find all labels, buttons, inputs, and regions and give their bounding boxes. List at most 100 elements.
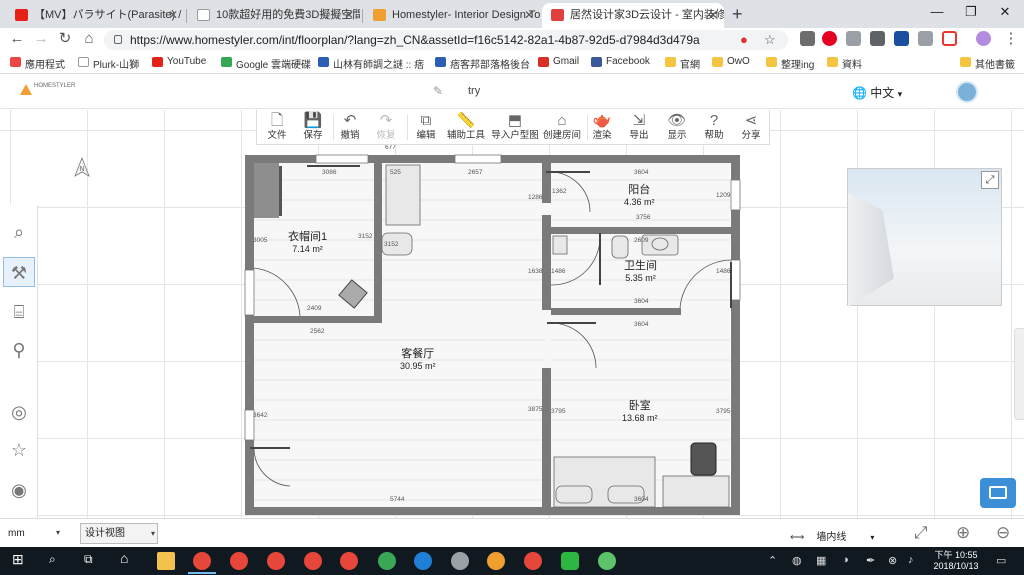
chat-button[interactable] [980, 478, 1016, 508]
language-selector[interactable]: 🌐 中文 ▾ [852, 84, 902, 101]
close-icon[interactable]: ✕ [168, 3, 178, 27]
url-bar[interactable]: https://www.homestyler.com/int/floorplan… [104, 30, 788, 50]
undo-button[interactable]: ↶ 撤销 [330, 112, 370, 142]
room-label[interactable]: 卧室 13.68 m² [622, 400, 658, 424]
create-room-button[interactable]: ⌂ 创建房间 [540, 112, 584, 142]
home-button[interactable]: ⌂ [80, 30, 98, 48]
bookmark-item[interactable]: 應用程式 [10, 56, 65, 71]
expand-icon[interactable]: ⤢ [981, 171, 999, 189]
extension-icon[interactable] [942, 31, 957, 46]
menu-icon[interactable]: ⋮ [1002, 30, 1020, 48]
file-menu-button[interactable]: 🗋 文件 [257, 112, 297, 142]
minimize-button[interactable]: — [922, 2, 952, 22]
forward-button[interactable]: → [32, 30, 50, 48]
room-label[interactable]: 客餐厅 30.95 m² [400, 348, 436, 372]
extension-icon[interactable] [870, 31, 885, 46]
chrome-icon[interactable] [340, 552, 358, 570]
volume-icon[interactable]: ♪ [908, 554, 914, 566]
back-button[interactable]: ← [8, 30, 26, 48]
edge-icon[interactable] [414, 552, 432, 570]
collapse-panel-handle[interactable] [1014, 328, 1024, 420]
save-button[interactable]: 💾 保存 [293, 112, 333, 142]
chrome-icon[interactable] [304, 552, 322, 570]
chrome-icon[interactable] [267, 552, 285, 570]
reload-button[interactable]: ↻ [56, 30, 74, 48]
pencil-icon[interactable]: ✎ [433, 84, 443, 98]
chrome-icon[interactable] [230, 552, 248, 570]
3d-preview-panel[interactable]: ⤢ [847, 168, 1002, 307]
tray-app-icon[interactable]: ◑ [842, 554, 849, 566]
furniture-icon[interactable]: ⌸ [3, 297, 35, 327]
search-icon[interactable]: ⌕ [49, 553, 56, 565]
room-label[interactable]: 衣帽间1 7.14 m² [288, 231, 327, 255]
close-icon[interactable]: ✕ [524, 3, 534, 27]
tray-app-icon[interactable]: ▦ [816, 554, 826, 567]
home-icon[interactable]: ⌂ [120, 551, 128, 565]
redo-button[interactable]: ↷ 恢复 [366, 112, 406, 142]
new-tab-button[interactable]: + [732, 3, 743, 25]
zoom-out-icon[interactable]: ⊖ [996, 523, 1010, 543]
app-icon[interactable] [378, 552, 396, 570]
bookmark-folder[interactable]: 其他書籤 [960, 56, 1015, 71]
tray-expand-icon[interactable]: ⌃ [768, 554, 777, 567]
app-icon[interactable] [451, 552, 469, 570]
homestyler-logo[interactable]: HOMESTYLER [20, 83, 75, 95]
view-mode-selector[interactable]: 设计视图 ▾ [80, 523, 158, 544]
app-icon[interactable] [598, 552, 616, 570]
task-view-icon[interactable]: ⧉ [84, 553, 93, 565]
profile-avatar[interactable] [976, 31, 991, 46]
chrome-icon[interactable] [524, 552, 542, 570]
browser-tab-active[interactable]: 居然设计家3D云设计 - 室内装修 ✕ [542, 3, 724, 28]
extension-icon[interactable] [894, 31, 909, 46]
close-icon[interactable]: ✕ [344, 3, 354, 27]
bookmark-item[interactable]: Google 雲端硬碟 [221, 56, 311, 71]
tray-app-icon[interactable]: ◍ [792, 554, 802, 567]
bookmark-item[interactable]: YouTube [152, 56, 206, 67]
user-avatar[interactable] [956, 81, 978, 103]
extension-icon[interactable] [800, 31, 815, 46]
chrome-icon[interactable] [193, 552, 211, 570]
bookmark-item[interactable]: Facebook [591, 56, 650, 67]
bookmark-star-icon[interactable]: ☆ [764, 32, 776, 48]
line-icon[interactable] [561, 552, 579, 570]
bookmark-folder[interactable]: 官網 [665, 56, 700, 71]
pinterest-icon[interactable] [822, 31, 837, 46]
search-icon[interactable]: ⌕ [3, 217, 35, 247]
browser-tab[interactable]: 【MV】パラサイト(Parasite) / c ✕ [6, 3, 184, 28]
export-button[interactable]: ⇲ 导出 [619, 112, 659, 142]
browser-tab[interactable]: Homestyler- Interior Design To ✕ [364, 3, 540, 28]
project-name[interactable]: try [468, 85, 480, 97]
room-label[interactable]: 阳台 4.36 m² [624, 184, 655, 208]
zoom-in-icon[interactable]: ⊕ [956, 523, 970, 543]
bookmark-folder[interactable]: 資料 [827, 56, 862, 71]
room-label[interactable]: 卫生间 5.35 m² [624, 260, 657, 284]
build-tool-icon[interactable]: ⚒ [3, 257, 35, 287]
bookmark-folder[interactable]: OwO [712, 56, 750, 67]
import-floorplan-button[interactable]: ⬒ 导入户型图 [489, 112, 541, 142]
maximize-button[interactable]: ❐ [956, 2, 986, 22]
pen-icon[interactable]: ✒ [866, 554, 875, 567]
extension-icon[interactable] [846, 31, 861, 46]
bookmark-item[interactable]: 痞客邦部落格後台 [435, 56, 530, 71]
extension-icon[interactable] [918, 31, 933, 46]
edit-menu-button[interactable]: ⧉ 编辑 [406, 112, 446, 142]
bookmark-item[interactable]: Gmail [538, 56, 579, 67]
fit-view-icon[interactable]: ⤢ [914, 523, 928, 543]
user-icon[interactable]: ◉ [3, 475, 35, 505]
bookmark-item[interactable]: Plurk-山獅 [78, 56, 139, 71]
unit-selector[interactable]: mm ▾ [8, 528, 60, 539]
notifications-icon[interactable]: ▭ [996, 554, 1006, 567]
close-icon[interactable]: ✕ [708, 3, 718, 27]
bookmark-folder[interactable]: 整理ing [766, 56, 814, 71]
app-icon[interactable] [487, 552, 505, 570]
browser-tab[interactable]: 10款超好用的免費3D擬擬空間設 ✕ [188, 3, 360, 28]
bookmark-item[interactable]: 山林有師調之謎 :: 痞 [318, 56, 424, 71]
help-button[interactable]: ? 帮助 [694, 112, 734, 142]
share-button[interactable]: ⋖ 分享 [731, 112, 771, 142]
display-button[interactable]: 👁 显示 [657, 112, 697, 142]
compass-icon[interactable]: ◎ [3, 397, 35, 427]
file-explorer-icon[interactable] [157, 552, 175, 570]
helper-tools-button[interactable]: 📏 辅助工具 [444, 112, 488, 142]
paint-roller-icon[interactable]: ⚲ [3, 335, 35, 365]
tray-app-icon[interactable]: ⊗ [888, 554, 897, 567]
